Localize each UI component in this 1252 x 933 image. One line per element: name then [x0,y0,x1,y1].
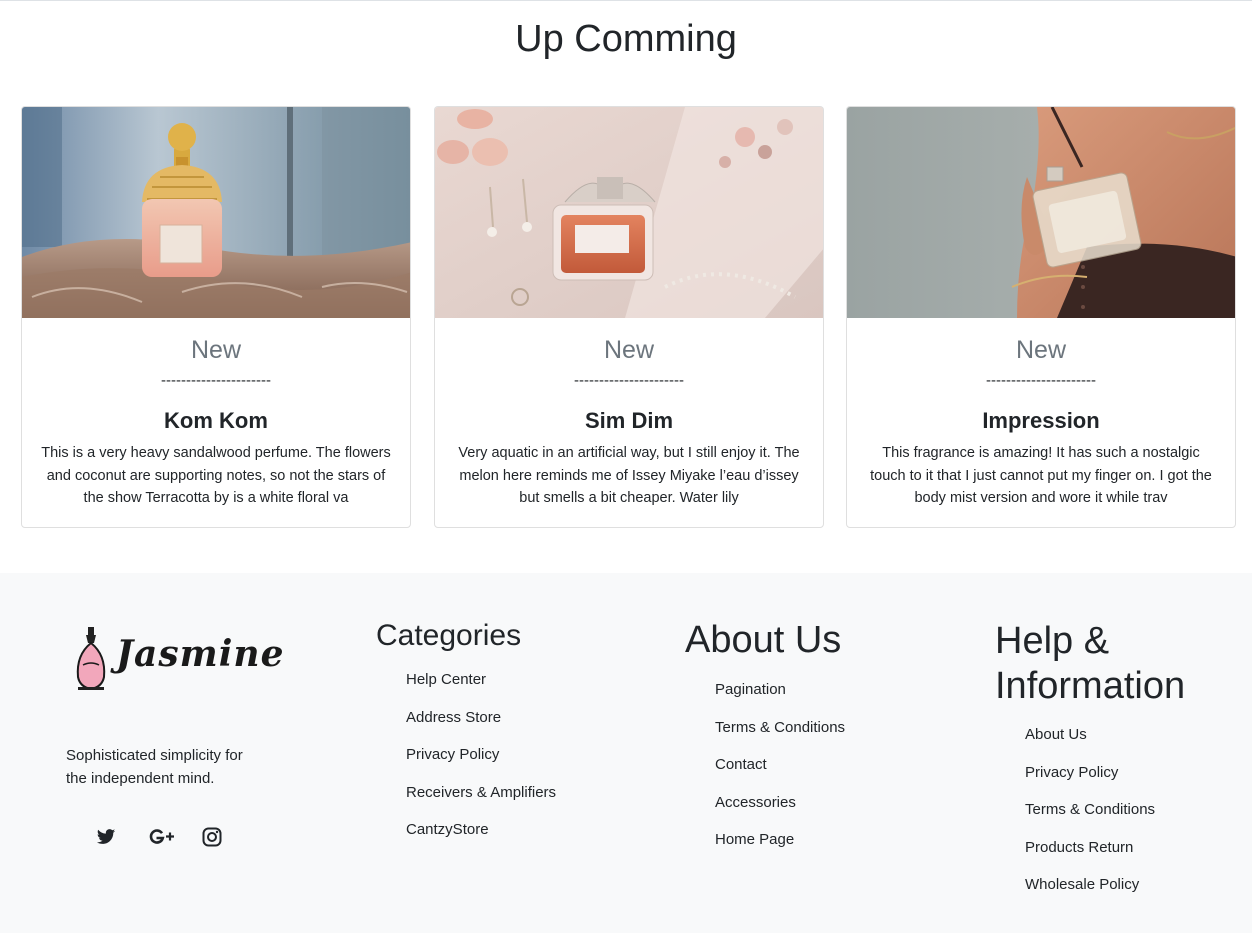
google-plus-icon[interactable] [147,825,175,849]
footer-link[interactable]: Contact [715,756,845,794]
card-description: Very aquatic in an artificial way, but I… [458,445,800,506]
footer: Jasmine Sophisticated simplicity for the… [0,573,1252,933]
product-image[interactable] [22,107,410,318]
footer-tagline: Sophisticated simplicity for the indepen… [66,747,243,787]
footer-link[interactable]: Receivers & Amplifiers [406,784,556,822]
footer-link[interactable]: Wholesale Policy [1025,876,1155,914]
card-divider: ---------------------- [161,372,271,389]
card-description: This is a very heavy sandalwood perfume.… [41,445,391,506]
card-divider: ---------------------- [574,372,684,389]
card-title[interactable]: Sim Dim [451,408,807,436]
instagram-icon[interactable] [200,825,224,849]
card-badge: New [190,336,241,364]
help-heading: Help & Information [995,620,1186,707]
footer-link[interactable]: CantzyStore [406,821,556,859]
footer-link[interactable]: Accessories [715,794,845,832]
footer-link[interactable]: Home Page [715,831,845,869]
product-card[interactable]: New ---------------------- Sim Dim Very … [434,106,824,528]
section-title: Up Comming [515,18,737,60]
footer-link[interactable]: Pagination [715,681,845,719]
categories-list: Help Center Address Store Privacy Policy… [406,671,556,859]
help-list: About Us Privacy Policy Terms & Conditio… [1025,726,1155,914]
brand-logo[interactable]: Jasmine [74,625,283,695]
footer-link[interactable]: About Us [1025,726,1155,764]
card-badge: New [603,336,654,364]
footer-link[interactable]: Products Return [1025,839,1155,877]
product-card[interactable]: New ---------------------- Kom Kom This … [21,106,411,528]
product-image[interactable] [847,107,1235,318]
top-divider [0,0,1252,1]
categories-heading: Categories [376,619,522,652]
footer-link[interactable]: Address Store [406,709,556,747]
card-title[interactable]: Kom Kom [38,408,394,436]
product-image[interactable] [435,107,823,318]
product-card[interactable]: New ---------------------- Impression Th… [846,106,1236,528]
card-badge: New [1015,336,1066,364]
footer-link[interactable]: Terms & Conditions [715,719,845,757]
footer-link[interactable]: Terms & Conditions [1025,801,1155,839]
footer-link[interactable]: Help Center [406,671,556,709]
card-title[interactable]: Impression [863,408,1219,436]
card-description: This fragrance is amazing! It has such a… [870,445,1212,506]
about-list: Pagination Terms & Conditions Contact Ac… [715,681,845,869]
logo-text: Jasmine [116,633,285,675]
card-divider: ---------------------- [986,372,1096,389]
about-heading: About Us [685,619,842,661]
footer-link[interactable]: Privacy Policy [406,746,556,784]
perfume-bottle-icon [76,627,106,691]
twitter-icon[interactable] [94,825,118,849]
footer-link[interactable]: Privacy Policy [1025,764,1155,802]
